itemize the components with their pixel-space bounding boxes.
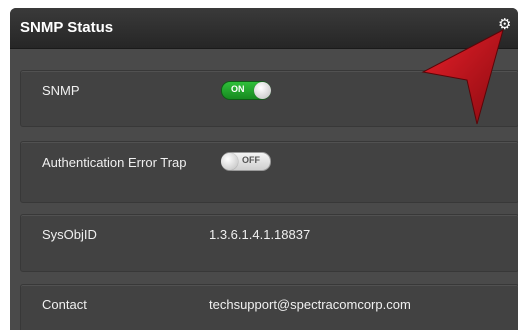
setting-row-auth-error-trap: Authentication Error Trap OFF — [20, 141, 518, 203]
setting-label: SysObjID — [42, 227, 97, 242]
toggle-state-text: OFF — [242, 155, 260, 165]
panel-title: SNMP Status — [20, 19, 114, 36]
auth-error-trap-toggle[interactable]: OFF — [221, 152, 271, 171]
toggle-knob — [254, 82, 271, 99]
toggle-state-text: ON — [231, 84, 245, 94]
setting-label: Authentication Error Trap — [42, 155, 187, 170]
setting-label: SNMP — [42, 83, 80, 98]
setting-label: Contact — [42, 297, 87, 312]
annotation-arrow-icon — [421, 29, 504, 125]
toggle-knob — [221, 153, 238, 170]
sysobjid-value: 1.3.6.1.4.1.18837 — [209, 227, 311, 242]
setting-row-sysobjid: SysObjID 1.3.6.1.4.1.18837 — [20, 214, 518, 272]
snmp-toggle[interactable]: ON — [221, 81, 271, 100]
setting-row-contact: Contact techsupport@spectracomcorp.com — [20, 284, 518, 330]
contact-value: techsupport@spectracomcorp.com — [209, 297, 411, 312]
snmp-status-panel: SNMP Status ⚙ SNMP ON Authentication Err… — [10, 8, 518, 330]
